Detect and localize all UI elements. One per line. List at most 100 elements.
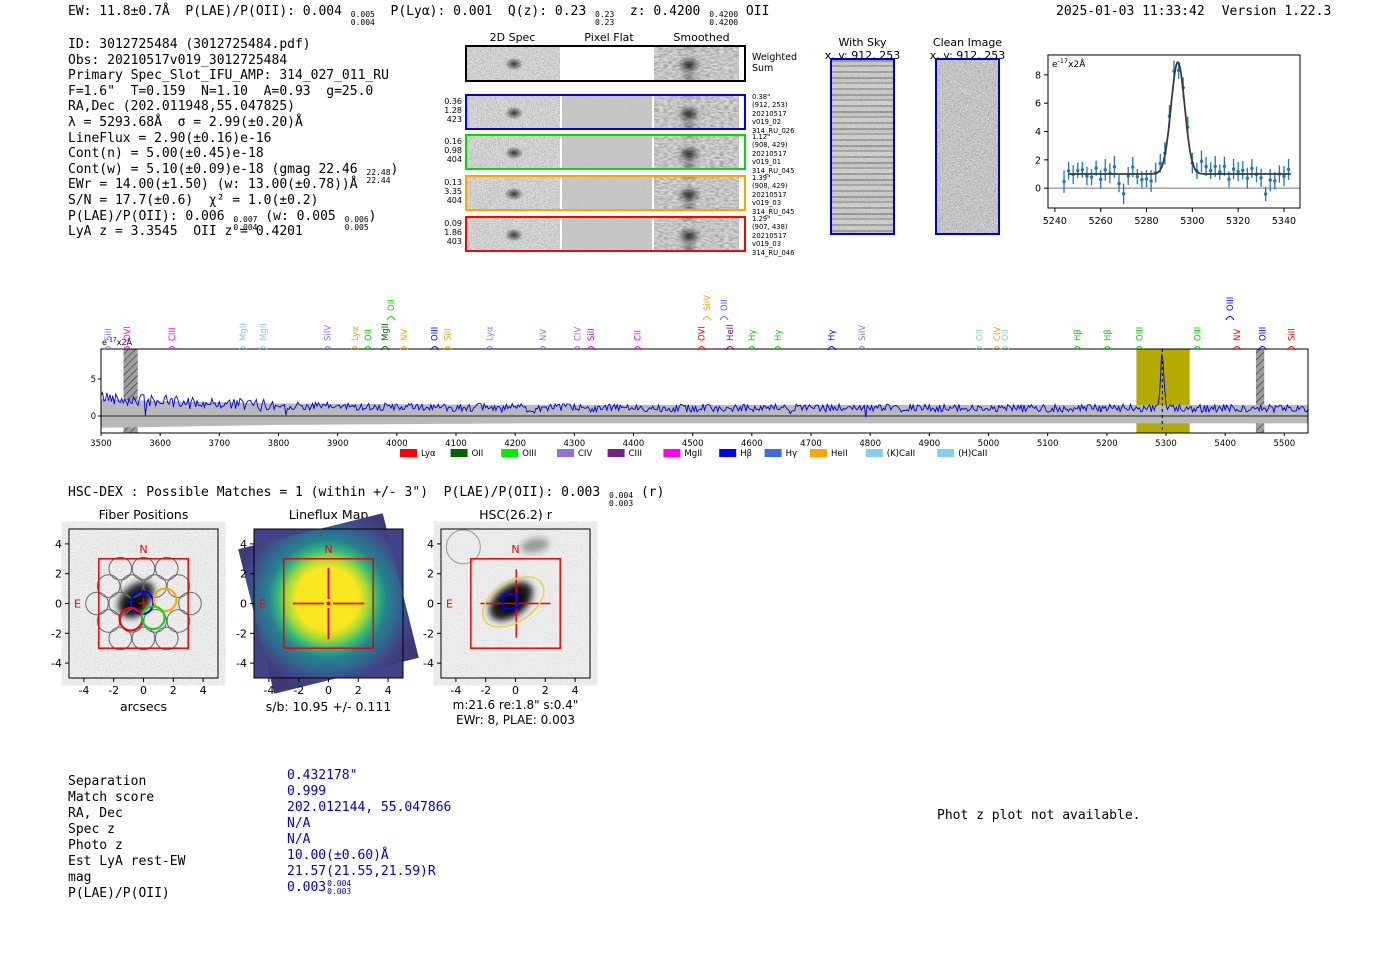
legend-label: MgII: [684, 449, 702, 459]
emission-line-label: Hγ: [828, 330, 838, 341]
fiber-weight-labels: 0.16 0.98 404: [444, 137, 462, 164]
legend-label: OII: [472, 449, 484, 459]
svg-text:3800: 3800: [268, 439, 290, 449]
svg-text:0: 0: [512, 684, 519, 697]
uncertainty-fraction: 0.004 0.003: [327, 879, 352, 896]
spec2d-image: [467, 136, 560, 168]
match-field-value: 10.00(±0.60)Å: [287, 848, 389, 863]
uncertainty-fraction: 0.23 0.23: [595, 10, 615, 27]
pixel-flat-image: [562, 136, 652, 168]
emission-line-label: OII: [387, 299, 397, 311]
match-field-label: mag: [68, 870, 92, 885]
svg-text:2: 2: [542, 684, 549, 697]
info-line: Obs: 20210517v019_3012725484: [68, 52, 288, 68]
svg-text:0: 0: [325, 684, 332, 697]
pixel-flat-image: [562, 96, 652, 128]
uncertainty-fraction: 0.4200 0.4200: [709, 10, 739, 27]
svg-text:5240: 5240: [1043, 216, 1067, 227]
match-field-value: N/A: [287, 832, 311, 847]
svg-text:4: 4: [572, 684, 579, 697]
pixel-flat-image: [562, 177, 652, 209]
emission-line-labels: SiII OVI CIII MgII MgII SiIV Lyα OII MgIIOIINV OI…: [103, 295, 1297, 351]
match-field-label: P(LAE)/P(OII): [68, 886, 170, 901]
fiber-positions-plot: Fiber Positions -4 -4 -2 -2 0 0 2 2 4 4 N Earcsecs: [51, 507, 219, 714]
info-line: λ = 5293.68Å σ = 2.99(±0.20)Å: [68, 114, 303, 130]
svg-text:4800: 4800: [859, 439, 881, 449]
svg-text:5000: 5000: [978, 439, 1000, 449]
emission-line-label: Hγ: [748, 330, 758, 341]
svg-text:0: 0: [240, 598, 247, 611]
cutout-title: Fiber Positions: [99, 507, 189, 522]
emission-line-label: NV: [1233, 329, 1243, 341]
emission-line-label: OIII: [1226, 297, 1236, 311]
north-label: N: [139, 543, 147, 556]
info-line: RA,Dec (202.011948,55.047825): [68, 99, 295, 115]
svg-text:5300: 5300: [1180, 216, 1204, 227]
match-table-row: Separation 0.432178": [68, 768, 451, 789]
match-field-value: 0.999: [287, 784, 327, 799]
emission-line-label: OIII: [1135, 327, 1145, 341]
uncertainty-fraction: 0.006 0.005: [344, 214, 369, 232]
svg-text:0: 0: [427, 598, 434, 611]
info-line: Cont(n) = 5.00(±0.45)e-18: [68, 146, 264, 162]
spec2d-panel: Weighted Sum 0.36 1.28 423 0.38" (912, 253) 202…: [424, 44, 808, 260]
emission-line-label: SiII: [1287, 328, 1297, 341]
svg-text:4400: 4400: [623, 439, 645, 449]
spec2d-fiber-row: [465, 175, 746, 211]
svg-text:-2: -2: [108, 684, 119, 697]
legend-label: (H)CaII: [958, 449, 987, 459]
emission-line-label: CII: [634, 330, 644, 341]
spec2d-image: [467, 218, 560, 250]
svg-text:4500: 4500: [682, 439, 704, 449]
svg-text:2: 2: [240, 568, 247, 581]
svg-text:4000: 4000: [386, 439, 408, 449]
svg-text:-2: -2: [480, 684, 491, 697]
arcsecs-label: arcsecs: [120, 699, 167, 714]
svg-text:4: 4: [385, 684, 392, 697]
cutout-title: HSC(26.2) r: [479, 507, 553, 522]
cutout-title: Lineflux Map: [289, 507, 369, 522]
legend-label: OIII: [522, 449, 536, 459]
svg-text:4: 4: [1035, 127, 1041, 138]
report-timestamp: 2025-01-03 11:33:42 Version 1.22.3: [1056, 4, 1331, 19]
svg-text:5100: 5100: [1037, 439, 1059, 449]
emission-line-label: OIII: [431, 327, 441, 341]
match-field-label: RA, Dec: [68, 806, 123, 821]
legend-label: CIII: [629, 449, 642, 459]
svg-text:4200: 4200: [504, 439, 526, 449]
emission-line-label: Hβ: [1073, 329, 1083, 341]
col-header-pixelflat: Pixel Flat: [584, 31, 634, 44]
emission-line-label: Hβ: [1103, 329, 1113, 341]
emission-line-label: OII: [976, 329, 986, 341]
svg-text:-2: -2: [293, 684, 304, 697]
clean-image: [935, 58, 1000, 235]
north-label: N: [511, 543, 519, 556]
emission-line-label: OVI: [123, 326, 133, 341]
full-spectrum-plot: 3500 3600 3700 3800 3900 4000 4100 4200 4300 4400…: [90, 295, 1309, 459]
emission-line-label: OVI: [698, 326, 708, 341]
match-field-label: Est LyA rest-EW: [68, 854, 186, 869]
svg-text:5300: 5300: [1155, 439, 1177, 449]
info-line: F=1.6" T=0.159 N=1.10 A=0.93 g=25.0: [68, 83, 374, 99]
emission-line-label: MgII: [259, 323, 269, 341]
col-header-2dspec: 2D Spec: [489, 31, 536, 44]
info-line: S/N = 17.7(±0.6) χ² = 1.0(±0.2): [68, 192, 319, 208]
match-field-label: Separation: [68, 774, 147, 789]
svg-text:-4: -4: [78, 684, 89, 697]
legend-label: Hγ: [786, 449, 797, 459]
weighted-sum-label: Weighted Sum: [752, 52, 797, 74]
match-field-value: 0.432178": [287, 768, 358, 783]
lineflux-map-plot: Lineflux Map -4 -4 -2 -2 0 0 2 2 4 4 N Es/b: 10.95 +…: [236, 507, 419, 714]
spec2d-image: [467, 96, 560, 128]
line-fit-plot: 5240 5260 5280 5300 5320 5340 0 2 4 6 8 e-17x2Å: [1035, 54, 1301, 227]
svg-text:8: 8: [1035, 70, 1041, 81]
fiber-id-labels: 1.39" (908, 429) 20210517 v019_03 314_RU_045: [752, 174, 795, 216]
legend-label: HeII: [831, 449, 848, 459]
smoothed-image: [654, 96, 739, 128]
noise-band: [101, 399, 1308, 428]
svg-text:4: 4: [200, 684, 207, 697]
uncertainty-fraction: 0.004 0.003: [609, 491, 634, 508]
spec2d-fiber-row: [465, 94, 746, 130]
hsc-r-cutout-plot: HSC(26.2) r -4 -4 -2 -2 0 0 2 2 4 4 N Em:21.6 re:1.8…: [423, 507, 591, 727]
east-label: E: [74, 598, 81, 611]
